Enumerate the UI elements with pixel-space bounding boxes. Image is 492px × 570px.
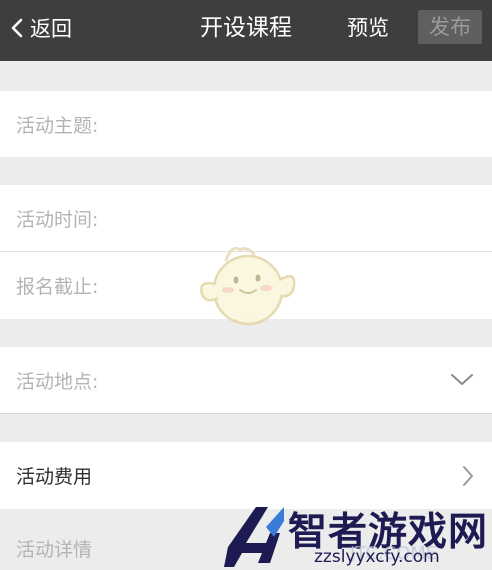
site-watermark: 智者游戏网 JTC.COME zzslyyxcfy.com	[222, 503, 492, 570]
chevron-down-icon	[451, 374, 473, 385]
deadline-label: 报名截止:	[16, 276, 99, 298]
mascot-illustration	[200, 246, 296, 326]
topic-label: 活动主题:	[16, 114, 99, 137]
watermark-domain: zzslyyxcfy.com	[314, 547, 440, 567]
topic-field[interactable]: 活动主题:	[0, 91, 492, 157]
fee-label: 活动费用	[16, 466, 93, 488]
details-label: 活动详情	[16, 539, 93, 561]
publish-button[interactable]: 发布	[418, 10, 482, 44]
time-label: 活动时间:	[16, 208, 99, 231]
watermark-logo-icon	[224, 507, 284, 567]
location-field[interactable]: 活动地点:	[0, 347, 492, 413]
chevron-right-icon	[463, 465, 473, 486]
divider	[0, 413, 492, 414]
top-navbar: 返回 开设课程 预览 发布	[0, 0, 492, 61]
preview-button[interactable]: 预览	[347, 0, 389, 56]
location-label: 活动地点:	[16, 370, 99, 393]
fee-field[interactable]: 活动费用	[0, 442, 492, 509]
